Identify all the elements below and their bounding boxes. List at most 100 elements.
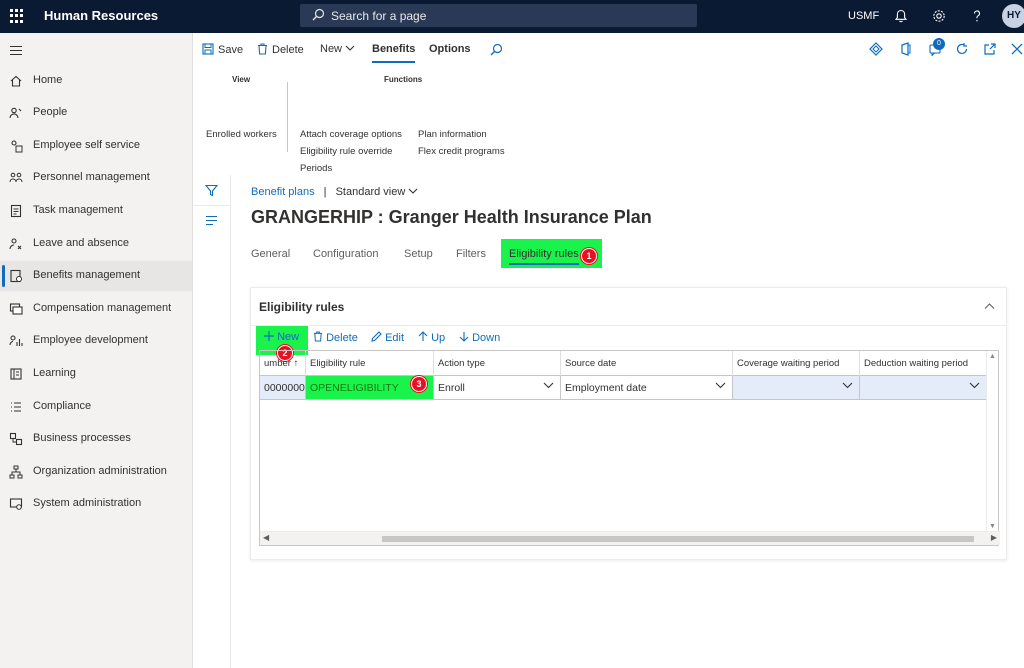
tab-configuration[interactable]: Configuration xyxy=(313,248,378,260)
cell-number[interactable]: 0000000 xyxy=(260,376,306,400)
gear-icon[interactable] xyxy=(931,8,947,24)
column-header-number[interactable]: umber ↑ xyxy=(260,351,306,376)
nav-item-business-processes[interactable]: Business processes xyxy=(0,424,192,454)
arrow-up-icon xyxy=(418,331,428,341)
new-menu-button[interactable]: New xyxy=(320,43,355,55)
column-header-coverage-waiting[interactable]: Coverage waiting period xyxy=(733,351,860,376)
open-new-window-icon[interactable] xyxy=(983,42,997,56)
scroll-down-icon[interactable]: ▼ xyxy=(989,523,996,530)
cell-source-date[interactable]: Employment date xyxy=(561,376,733,400)
trash-icon xyxy=(258,43,267,55)
view-selector[interactable]: Standard view xyxy=(336,186,419,198)
save-button[interactable]: Save xyxy=(202,43,243,56)
ribbon-search-icon[interactable] xyxy=(490,43,503,56)
tab-benefits[interactable]: Benefits xyxy=(372,43,416,63)
tab-setup[interactable]: Setup xyxy=(404,248,433,260)
tab-filters[interactable]: Filters xyxy=(456,248,486,260)
nav-item-employee-self-service[interactable]: Employee self service xyxy=(0,131,192,161)
ribbon-link-periods[interactable]: Periods xyxy=(300,163,332,174)
nav-item-benefits-management[interactable]: Benefits management xyxy=(0,261,192,291)
chevron-down-icon xyxy=(842,382,853,389)
search-box[interactable]: Search for a page xyxy=(300,4,697,27)
delete-button[interactable]: Delete xyxy=(257,43,304,56)
grid-edit-button[interactable]: Edit xyxy=(371,331,404,344)
compliance-icon xyxy=(11,402,21,412)
column-header-eligibility-rule[interactable]: Eligibility rule xyxy=(306,351,434,376)
chevron-down-icon xyxy=(345,45,355,51)
ribbon-link-flex-credit[interactable]: Flex credit programs xyxy=(418,146,505,157)
app-launcher-icon[interactable] xyxy=(10,9,24,23)
nav-item-task-management[interactable]: Task management xyxy=(0,196,192,226)
office-icon[interactable] xyxy=(899,42,913,56)
nav-item-compensation-management[interactable]: Compensation management xyxy=(0,294,192,324)
scroll-left-icon[interactable]: ◀ xyxy=(263,533,269,542)
grid-up-label: Up xyxy=(431,332,446,344)
ribbon-link-attach-coverage[interactable]: Attach coverage options xyxy=(300,129,402,140)
messages-button[interactable]: 0 xyxy=(929,38,945,57)
grid-delete-button[interactable]: Delete xyxy=(313,331,358,344)
tab-eligibility-rules[interactable]: Eligibility rules xyxy=(509,248,579,260)
hamburger-menu-icon[interactable] xyxy=(10,46,22,58)
ribbon-link-plan-information[interactable]: Plan information xyxy=(418,129,487,140)
cell-coverage-waiting[interactable] xyxy=(733,376,860,400)
ribbon-link-enrolled-workers[interactable]: Enrolled workers xyxy=(206,129,277,140)
breadcrumb-benefit-plans[interactable]: Benefit plans xyxy=(251,186,315,198)
nav-item-learning[interactable]: Learning xyxy=(0,359,192,389)
help-icon[interactable] xyxy=(969,8,985,24)
nav-item-personnel-management[interactable]: Personnel management xyxy=(0,163,192,193)
horizontal-scrollbar[interactable]: ◀ ▶ xyxy=(260,531,1000,545)
left-navigation: Home People Employee self service Personnel… xyxy=(0,33,193,668)
ribbon-group-functions-header: Functions xyxy=(384,75,423,84)
nav-item-label: Leave and absence xyxy=(33,237,130,249)
grid-up-button[interactable]: Up xyxy=(418,331,445,344)
vertical-scrollbar[interactable]: ▲ ▼ xyxy=(986,351,998,532)
grid-down-button[interactable]: Down xyxy=(459,331,500,344)
nav-item-home[interactable]: Home xyxy=(0,66,192,96)
close-icon[interactable] xyxy=(1010,42,1024,56)
bell-icon[interactable] xyxy=(893,8,909,24)
breadcrumb: Benefit plans | Standard view xyxy=(251,186,418,198)
notification-badge: 0 xyxy=(933,38,945,50)
cell-action-type[interactable]: Enroll xyxy=(434,376,561,400)
avatar[interactable]: HY xyxy=(1002,4,1024,28)
self-service-icon xyxy=(11,140,23,153)
collapse-section-icon[interactable] xyxy=(984,302,995,310)
breadcrumb-separator: | xyxy=(323,186,327,198)
refresh-icon[interactable] xyxy=(955,42,969,56)
view-selector-label: Standard view xyxy=(335,186,406,198)
ribbon-link-eligibility-override[interactable]: Eligibility rule override xyxy=(300,146,392,157)
tab-general[interactable]: General xyxy=(251,248,290,260)
company-picker[interactable]: USMF xyxy=(848,10,879,22)
cell-deduction-waiting[interactable] xyxy=(860,376,987,400)
nav-item-employee-development[interactable]: Employee development xyxy=(0,326,192,356)
nav-item-label: Task management xyxy=(33,204,123,216)
column-header-deduction-waiting[interactable]: Deduction waiting period xyxy=(860,351,987,376)
column-header-action-type[interactable]: Action type xyxy=(434,351,561,376)
nav-item-system-administration[interactable]: System administration xyxy=(0,489,192,519)
scroll-up-icon[interactable]: ▲ xyxy=(989,353,996,360)
task-icon xyxy=(10,204,22,218)
power-apps-icon[interactable] xyxy=(869,42,883,56)
leave-icon xyxy=(9,238,22,250)
delete-label: Delete xyxy=(272,44,304,56)
nav-item-label: Employee development xyxy=(33,334,148,346)
column-header-source-date[interactable]: Source date xyxy=(561,351,733,376)
nav-item-label: Benefits management xyxy=(33,269,141,281)
tab-options[interactable]: Options xyxy=(429,43,471,55)
nav-item-organization-administration[interactable]: Organization administration xyxy=(0,457,192,487)
action-bar: Save Delete New Benefits Options 0 xyxy=(193,33,1024,66)
horizontal-scroll-thumb[interactable] xyxy=(382,536,974,542)
scroll-right-icon[interactable]: ▶ xyxy=(991,533,997,542)
step-badge-1: 1 xyxy=(581,248,597,264)
nav-item-leave-and-absence[interactable]: Leave and absence xyxy=(0,229,192,259)
nav-item-compliance[interactable]: Compliance xyxy=(0,392,192,422)
nav-item-people[interactable]: People xyxy=(0,98,192,128)
pencil-icon xyxy=(371,331,382,342)
nav-item-label: System administration xyxy=(33,497,142,509)
nav-item-label: Employee self service xyxy=(33,139,140,151)
nav-item-label: Home xyxy=(33,74,63,86)
eligibility-rules-grid: umber ↑ Eligibility rule Action type Sou… xyxy=(259,350,1000,546)
grid-new-button[interactable]: New xyxy=(264,331,299,343)
filter-icon[interactable] xyxy=(205,184,218,197)
list-icon[interactable] xyxy=(205,215,218,226)
